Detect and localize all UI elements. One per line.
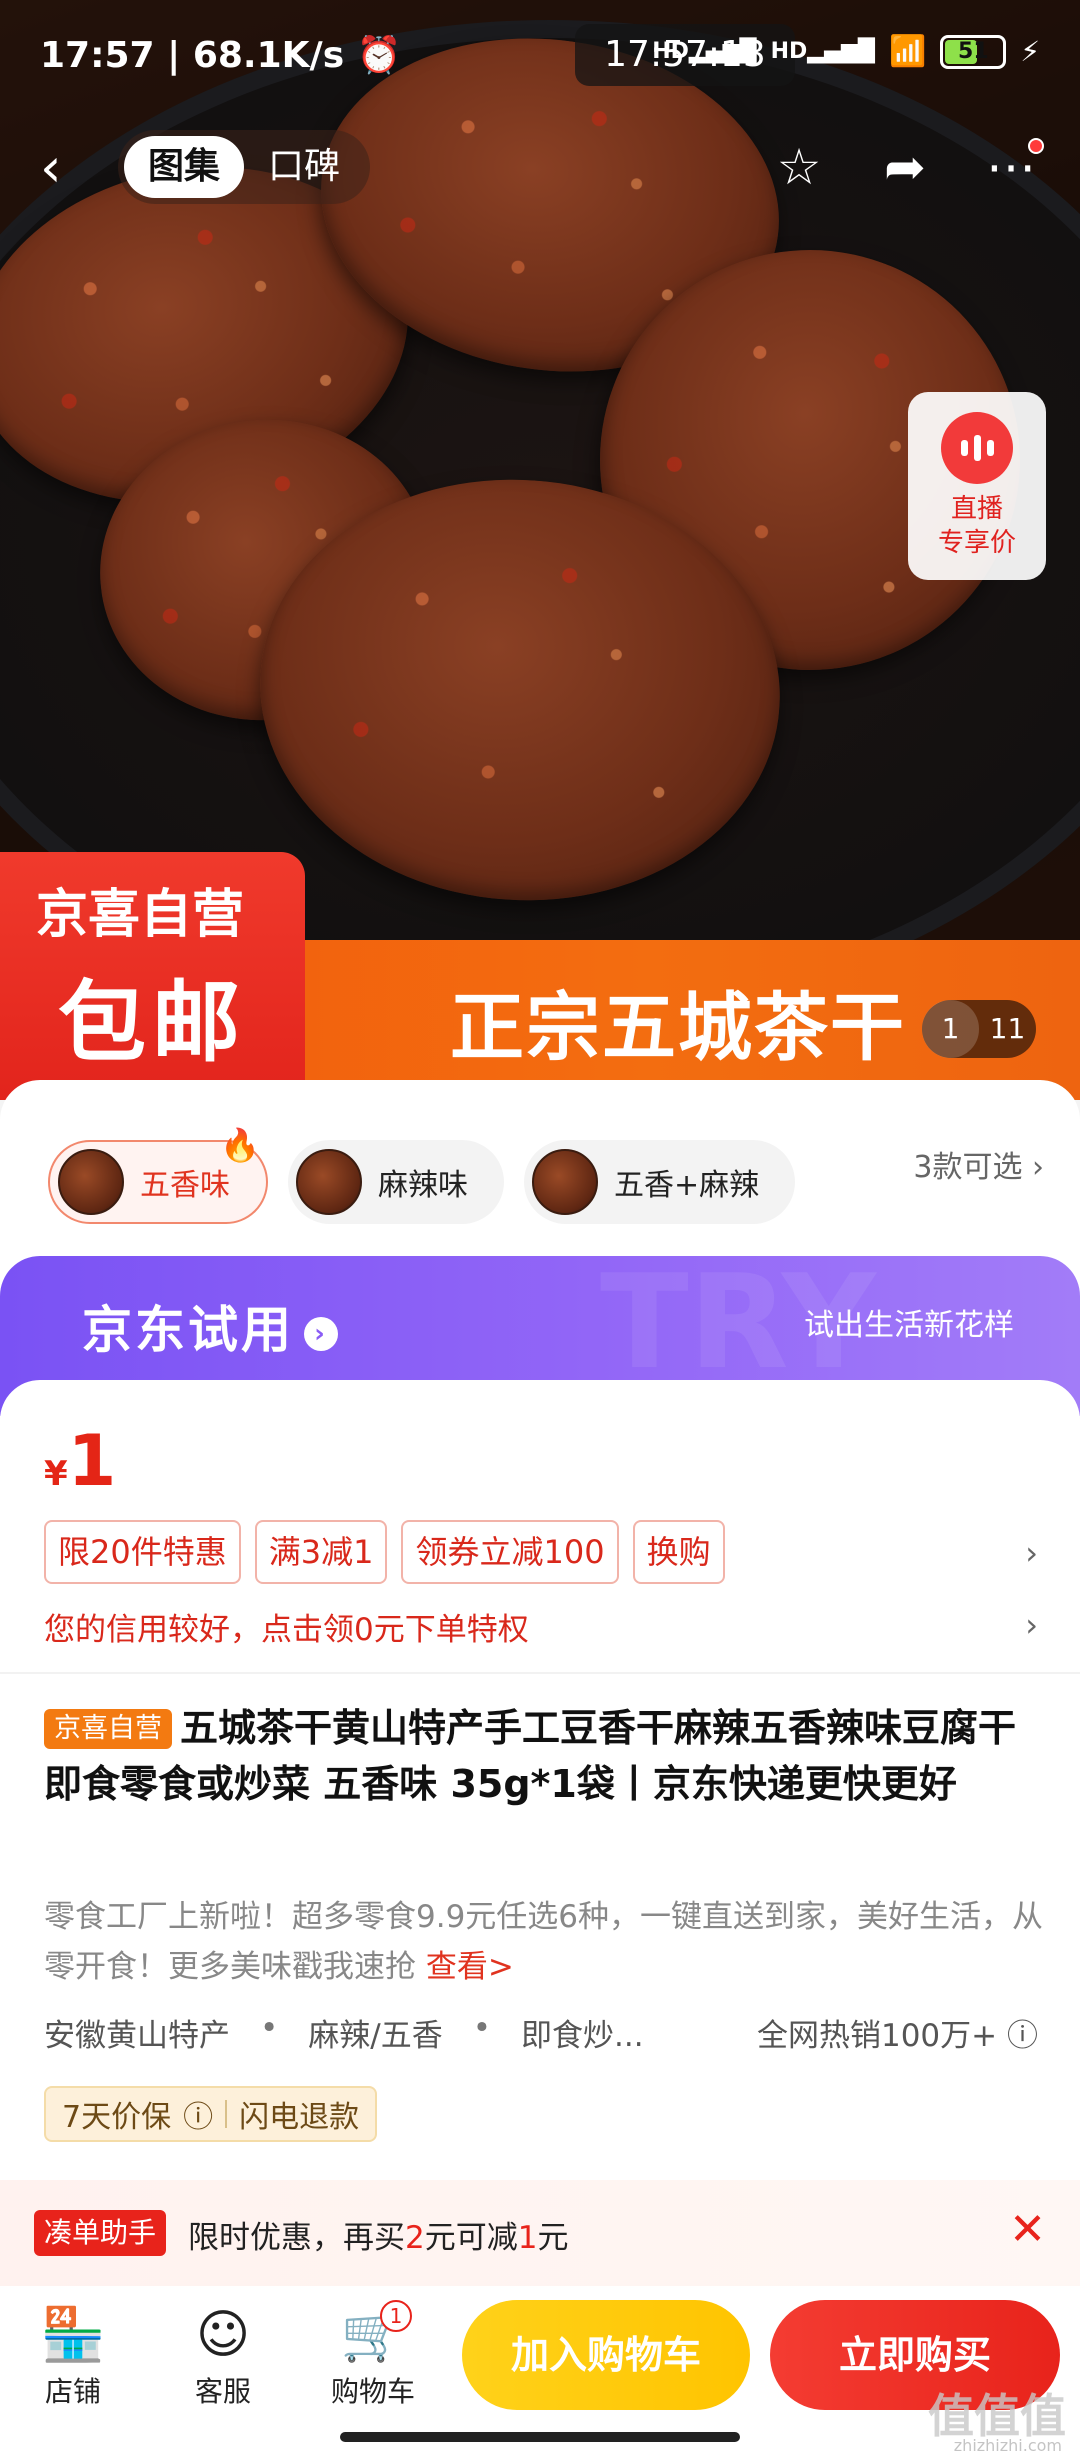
product-title: 京喜自营 五城茶干黄山特产手工豆香干麻辣五香辣味豆腐干即食零食或炒菜 五香味 35… — [44, 1706, 1017, 1806]
trial-title: 京东试用 — [82, 1301, 294, 1359]
product-description: 零食工厂上新啦！超多零食9.9元任选6种，一键直送到家，美好生活，从零开食！更多… — [44, 1899, 1044, 1985]
shop-icon: 🏪 — [40, 2305, 106, 2365]
variant-option-mix[interactable]: 五香+麻辣 — [524, 1140, 796, 1224]
tab-reviews[interactable]: 口碑 — [244, 136, 364, 198]
variant-selector: 五香味 🔥 麻辣味 五香+麻辣 — [48, 1126, 796, 1224]
close-icon[interactable]: ✕ — [1009, 2204, 1046, 2255]
tab-gallery[interactable]: 图集 — [124, 136, 245, 198]
promo-tag: 满3减1 — [254, 1520, 388, 1584]
variant-thumbnail — [296, 1149, 362, 1215]
variant-thumbnail — [532, 1149, 598, 1215]
back-arrow-icon[interactable]: ‹ — [40, 140, 96, 196]
network-speed: 68.1K/s — [192, 35, 345, 76]
watermark-url: zhizhizhi.com — [953, 2436, 1062, 2455]
chevron-right-icon[interactable]: › — [1025, 1534, 1038, 1572]
credit-offer-link[interactable]: 您的信用较好，点击领0元下单特权 — [44, 1604, 529, 1649]
trial-subtitle: 试出生活新花样 — [804, 1308, 1014, 1343]
info-icon: ⓘ — [183, 2100, 214, 2135]
price: ¥1 — [44, 1420, 117, 1502]
signal-icon-2: HD▂▄▆█ — [770, 39, 875, 64]
promo-tag: 换购 — [632, 1520, 725, 1584]
gallery-tabs: 图集 口碑 — [118, 130, 371, 204]
top-nav: ‹ 图集 口碑 ☆ ➦ ⋯ — [0, 120, 1080, 210]
self-operated-badge: 京喜自营 包邮 — [0, 852, 305, 1100]
status-time: 17:57 — [40, 35, 155, 76]
live-price-label: 专享价 — [937, 528, 1016, 558]
wifi-icon: 📶 — [888, 34, 927, 69]
image-counter: 1 11 — [922, 1000, 1036, 1058]
add-to-cart-button[interactable]: 加入购物车 — [462, 2300, 750, 2410]
live-icon — [941, 412, 1013, 484]
cart-badge: 1 — [380, 2300, 412, 2332]
sales-count[interactable]: 全网热销100万+ ⓘ — [757, 2010, 1038, 2055]
more-icon[interactable]: ⋯ — [978, 134, 1044, 200]
promo-tags[interactable]: 限20件特惠 满3减1 领券立减100 换购 — [44, 1520, 725, 1584]
battery-icon: 51 — [940, 34, 1007, 69]
favorite-star-icon[interactable]: ☆ — [766, 134, 832, 200]
live-label: 直播 — [950, 494, 1003, 524]
chevron-right-icon: › — [1032, 1150, 1044, 1185]
hot-flame-icon: 🔥 — [220, 1126, 260, 1164]
service-guarantees[interactable]: 7天价保 ⓘ 闪电退款 — [44, 2086, 378, 2142]
assistant-tag: 凑单助手 — [34, 2210, 167, 2256]
home-indicator[interactable] — [340, 2432, 740, 2442]
live-stream-badge[interactable]: 直播 专享价 — [908, 392, 1046, 580]
service-icon: ☺ — [195, 2305, 251, 2365]
charging-icon: ⚡ — [1020, 35, 1040, 68]
customer-service-button[interactable]: ☺ 客服 — [168, 2300, 278, 2410]
variant-thumbnail — [58, 1149, 124, 1215]
status-bar: 17:57 | 68.1K/s ⏰ 17:57:13 HD▂▄▆█ HD▂▄▆█… — [40, 24, 1040, 94]
share-icon[interactable]: ➦ — [872, 134, 938, 200]
more-variants-link[interactable]: 3款可选 › — [913, 1142, 1044, 1186]
assistant-message: 限时优惠，再买2元可减1元 — [188, 2220, 569, 2256]
notification-dot — [1028, 138, 1044, 154]
banner-title: 正宗五城茶干 — [450, 985, 906, 1071]
product-attributes: 安徽黄山特产 • 麻辣/五香 • 即食炒... — [44, 2010, 644, 2054]
promo-tag: 限20件特惠 — [44, 1520, 241, 1584]
shop-button[interactable]: 🏪 店铺 — [18, 2300, 128, 2410]
divider — [0, 1672, 1080, 1674]
arrow-right-icon: › — [304, 1316, 338, 1351]
bundle-assistant-bar[interactable]: 凑单助手 限时优惠，再买2元可减1元 ✕ — [0, 2180, 1080, 2286]
info-icon: ⓘ — [1007, 2018, 1038, 2054]
chevron-right-icon[interactable]: › — [1025, 1606, 1038, 1644]
alarm-icon: ⏰ — [356, 35, 402, 76]
variant-option-wuxiang[interactable]: 五香味 🔥 — [48, 1126, 268, 1224]
view-more-link[interactable]: 查看> — [426, 1949, 514, 1985]
variant-option-mala[interactable]: 麻辣味 — [288, 1140, 504, 1224]
cart-icon: 🛒 1 — [318, 2300, 428, 2370]
cart-button[interactable]: 🛒 1 购物车 — [318, 2300, 428, 2410]
promo-tag: 领券立减100 — [401, 1520, 619, 1584]
signal-icon: HD▂▄▆█ — [652, 39, 757, 64]
self-operated-tag: 京喜自营 — [44, 1709, 172, 1749]
